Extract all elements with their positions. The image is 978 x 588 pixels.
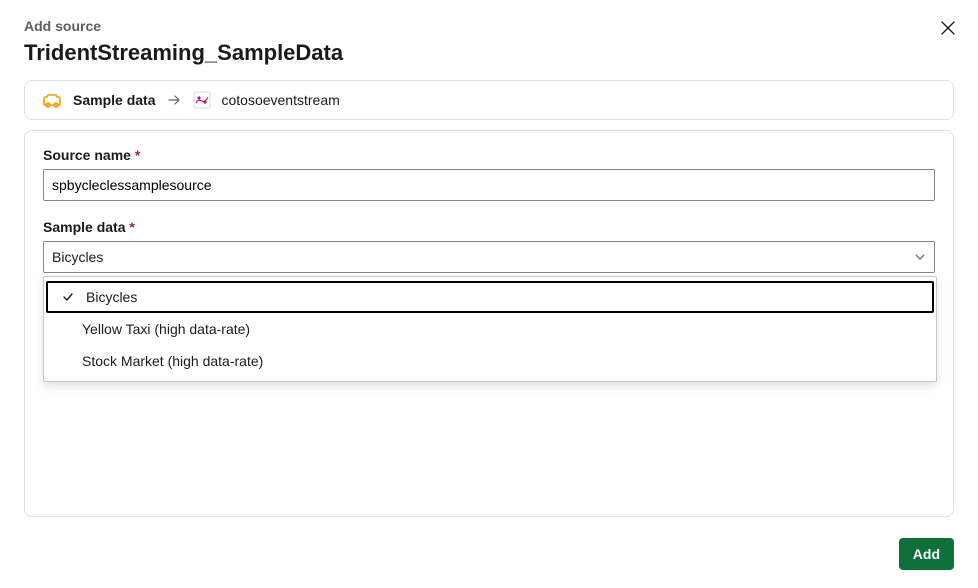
arrow-right-icon: [167, 93, 181, 107]
form-card: Source name * Sample data * Bicycles Bic…: [24, 130, 954, 517]
dropdown-option-label: Stock Market (high data-rate): [82, 353, 263, 369]
sample-data-dropdown: Bicycles Yellow Taxi (high data-rate) St…: [43, 276, 937, 382]
breadcrumb-card: Sample data cotosoeventstream: [24, 80, 954, 120]
sample-data-label: Sample data *: [43, 219, 935, 235]
sample-data-selected-value: Bicycles: [52, 249, 103, 265]
breadcrumb-source: Sample data: [41, 91, 155, 109]
dropdown-option-label: Yellow Taxi (high data-rate): [82, 321, 250, 337]
dropdown-option-bicycles[interactable]: Bicycles: [46, 281, 934, 313]
check-icon: [56, 353, 72, 369]
eventstream-icon: [193, 91, 211, 109]
chevron-down-icon: [914, 251, 926, 263]
close-icon: [941, 21, 955, 35]
breadcrumb-target: cotosoeventstream: [193, 91, 339, 109]
check-icon: [60, 289, 76, 305]
breadcrumb-target-label: cotosoeventstream: [221, 92, 339, 108]
sample-data-icon: [41, 91, 63, 109]
dialog-footer: Add: [899, 538, 954, 570]
dropdown-option-yellow-taxi[interactable]: Yellow Taxi (high data-rate): [44, 313, 936, 345]
sample-data-select[interactable]: Bicycles: [43, 241, 935, 273]
dropdown-option-stock-market[interactable]: Stock Market (high data-rate): [44, 345, 936, 377]
close-button[interactable]: [938, 18, 958, 38]
dialog-subtitle: Add source: [24, 18, 954, 34]
dialog-title: TridentStreaming_SampleData: [24, 40, 954, 66]
dialog-container: Add source TridentStreaming_SampleData S…: [0, 0, 978, 588]
dropdown-option-label: Bicycles: [86, 289, 137, 305]
breadcrumb-source-label: Sample data: [73, 92, 155, 108]
source-name-input[interactable]: [43, 169, 935, 201]
check-icon: [56, 321, 72, 337]
source-name-label: Source name *: [43, 147, 935, 163]
add-button[interactable]: Add: [899, 538, 954, 570]
